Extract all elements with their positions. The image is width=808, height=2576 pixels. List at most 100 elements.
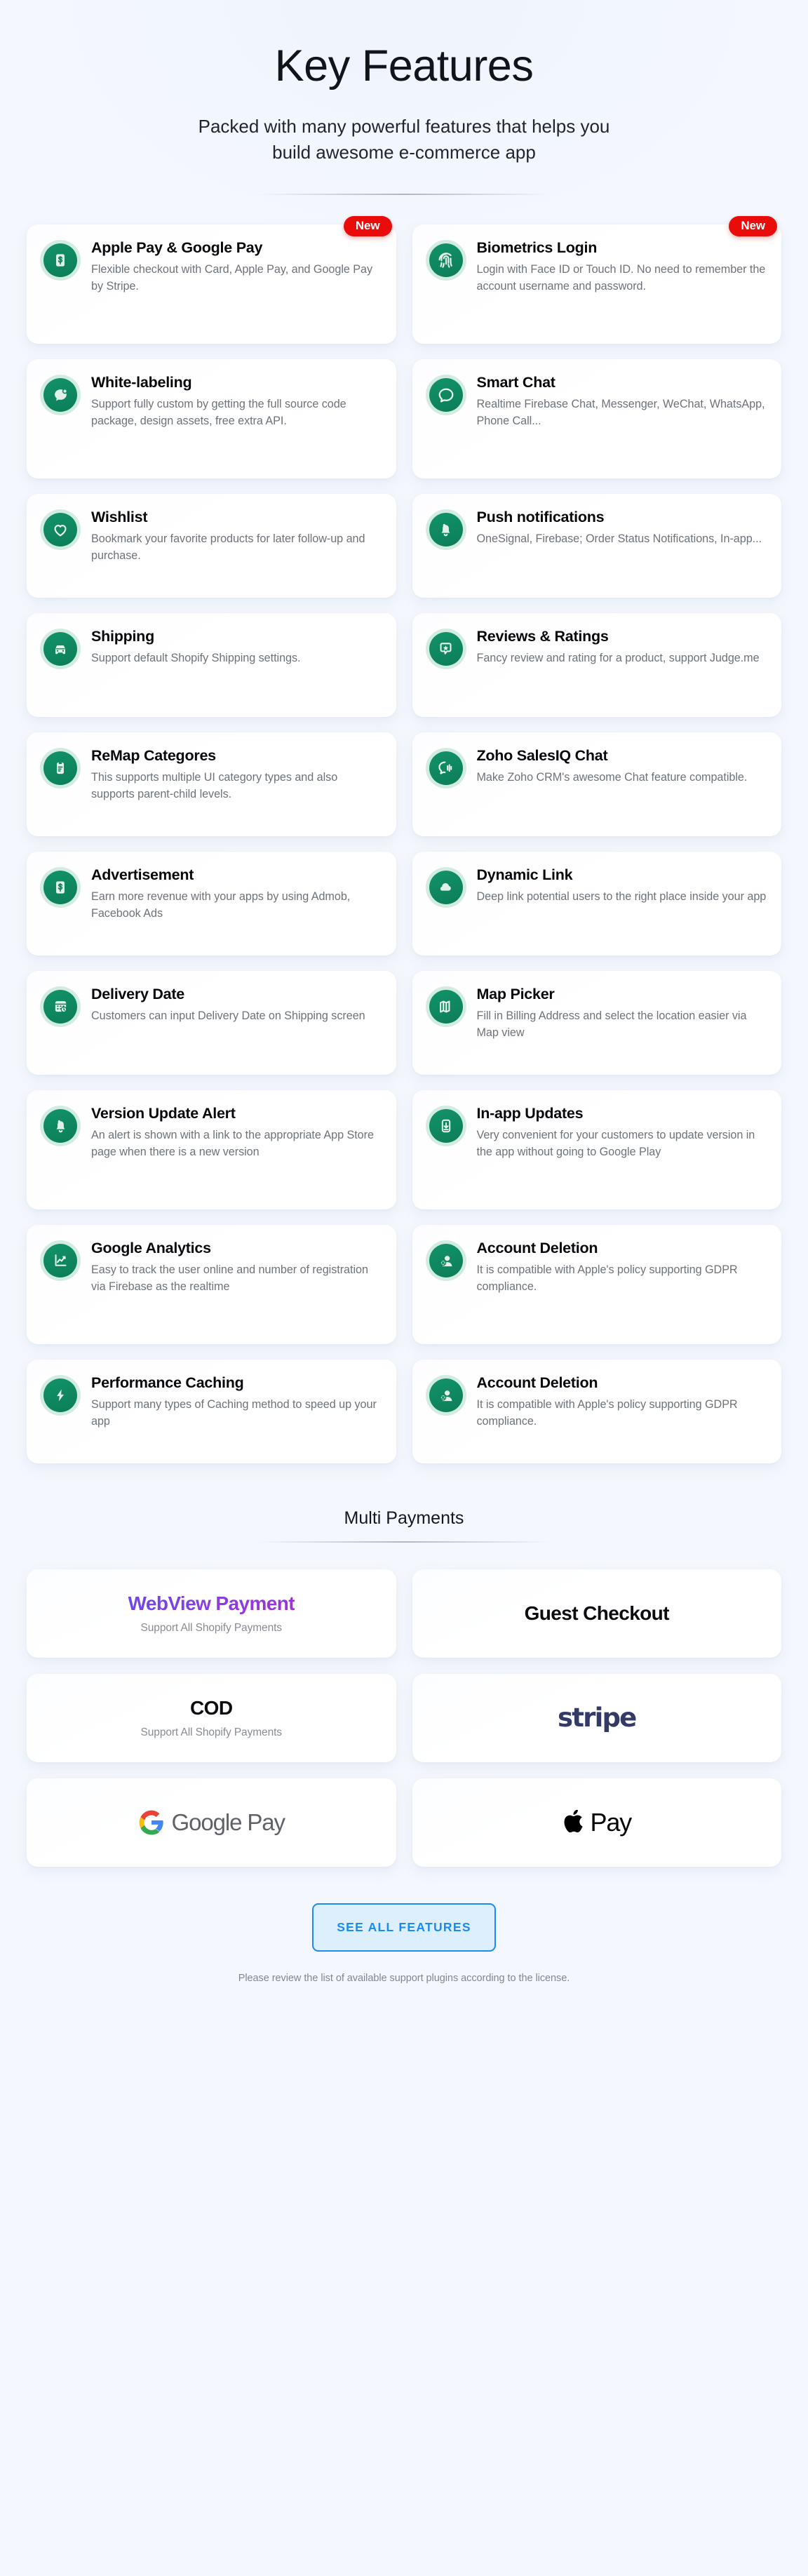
feature-card[interactable]: Dynamic Link Deep link potential users t… (412, 851, 781, 955)
feature-card[interactable]: Push notifications OneSignal, Firebase; … (412, 493, 781, 598)
feature-card-body: Zoho SalesIQ Chat Make Zoho CRM's awesom… (477, 746, 769, 786)
feature-card-body: Reviews & Ratings Fancy review and ratin… (477, 627, 769, 667)
star-bubble-icon (425, 628, 466, 669)
feature-title: Version Update Alert (91, 1104, 236, 1122)
download-phone-icon (425, 1105, 466, 1146)
features-grid: New Apple Pay & Google Pay Flexible chec… (0, 215, 808, 1463)
feature-title: Google Analytics (91, 1239, 211, 1256)
apple-pay-logo: Pay (563, 1807, 633, 1837)
google-pay-logo: Google Pay (138, 1809, 285, 1836)
feature-card[interactable]: White-labeling Support fully custom by g… (27, 358, 396, 478)
chat-bubble-icon (425, 374, 466, 415)
feature-card[interactable]: Version Update Alert An alert is shown w… (27, 1089, 396, 1209)
bell-icon (40, 1105, 81, 1146)
feature-card[interactable]: Wishlist Bookmark your favorite products… (27, 493, 396, 598)
feature-card[interactable]: Smart Chat Realtime Firebase Chat, Messe… (412, 358, 781, 478)
page-subtitle-line-1: Packed with many powerful features that … (198, 116, 610, 137)
feature-card-body: Advertisement Earn more revenue with you… (91, 866, 384, 923)
feature-title: ReMap Categores (91, 746, 216, 764)
feature-title: Smart Chat (476, 373, 556, 391)
feature-description: Support fully custom by getting the full… (91, 398, 346, 428)
multi-payments-divider (257, 1541, 551, 1543)
feature-card[interactable]: Shipping Support default Shopify Shippin… (27, 612, 396, 717)
google-pay-label: Google Pay (171, 1809, 286, 1835)
feature-title: Apple Pay & Google Pay (91, 239, 263, 256)
payment-card[interactable]: WebView Payment Support All Shopify Payme… (27, 1569, 396, 1658)
feature-card[interactable]: In-app Updates Very convenient for your … (412, 1089, 781, 1209)
page-subtitle: Packed with many powerful features that … (0, 114, 808, 166)
feature-description: Flexible checkout with Card, Apple Pay, … (91, 263, 373, 293)
feature-card[interactable]: New Biometrics Login Login with Face ID … (412, 215, 781, 344)
payment-card[interactable]: Guest Checkout (412, 1569, 781, 1658)
payment-card-subtitle: Support All Shopify Payments (140, 1726, 283, 1738)
bell-icon (425, 509, 466, 550)
feature-card-body: Performance Caching Support many types o… (91, 1374, 384, 1430)
payment-card[interactable]: Pay (412, 1778, 781, 1867)
payment-card[interactable]: COD Support All Shopify Payments (27, 1673, 396, 1762)
feature-title: In-app Updates (476, 1104, 584, 1122)
payment-logo-label: COD (190, 1696, 233, 1719)
payment-logo-label: Guest Checkout (524, 1602, 670, 1624)
feature-description: Easy to track the user online and number… (91, 1263, 368, 1294)
feature-title: Delivery Date (91, 985, 184, 1002)
feature-title: Performance Caching (91, 1374, 244, 1391)
apple-logo-icon (564, 1809, 583, 1832)
feature-description: It is compatible with Apple's policy sup… (476, 1398, 738, 1428)
page-title: Key Features (274, 41, 534, 90)
feature-title: Shipping (91, 627, 154, 645)
new-badge: New (343, 215, 392, 236)
lightning-icon (40, 1374, 81, 1416)
see-all-features-button[interactable]: SEE ALL FEATURES (312, 1903, 496, 1952)
feature-card-body: Apple Pay & Google Pay Flexible checkout… (91, 239, 384, 295)
line-chart-icon (40, 1240, 81, 1281)
new-badge: New (729, 215, 777, 236)
feature-title: Advertisement (91, 866, 194, 883)
feature-card[interactable]: Account Deletion It is compatible with A… (412, 1359, 781, 1463)
feature-card[interactable]: Google Analytics Easy to track the user … (27, 1224, 396, 1344)
feature-title: Zoho SalesIQ Chat (476, 746, 608, 764)
feature-description: Make Zoho CRM's awesome Chat feature com… (476, 771, 748, 784)
payment-card[interactable]: stripe (412, 1673, 781, 1762)
feature-description: Deep link potential users to the right p… (476, 890, 767, 904)
feature-title: Push notifications (476, 508, 605, 525)
dollar-card-icon (40, 239, 81, 281)
feature-card-body: Push notifications OneSignal, Firebase; … (477, 508, 769, 548)
feature-title: Account Deletion (476, 1374, 598, 1391)
chat-bubble-dot-icon (40, 374, 81, 415)
feature-description: Fill in Billing Address and select the l… (476, 1009, 747, 1040)
apple-pay-label: Pay (590, 1807, 633, 1837)
footer-section: SEE ALL FEATURES Please review the list … (0, 1903, 808, 2008)
feature-description: Support many types of Caching method to … (91, 1398, 377, 1428)
feature-card[interactable]: Reviews & Ratings Fancy review and ratin… (412, 612, 781, 717)
feature-description: Customers can input Delivery Date on Shi… (91, 1009, 365, 1023)
feature-card-body: Wishlist Bookmark your favorite products… (91, 508, 384, 565)
feature-description: This supports multiple UI category types… (91, 771, 338, 801)
feature-card[interactable]: Map Picker Fill in Billing Address and s… (412, 970, 781, 1075)
page-subtitle-line-2: build awesome e-commerce app (272, 141, 536, 163)
fingerprint-icon (425, 239, 466, 281)
feature-card[interactable]: Zoho SalesIQ Chat Make Zoho CRM's awesom… (412, 732, 781, 836)
feature-card[interactable]: Advertisement Earn more revenue with you… (27, 851, 396, 955)
dollar-card-icon (40, 866, 81, 908)
feature-description: Support default Shopify Shipping setting… (91, 652, 301, 665)
feature-title: Reviews & Ratings (476, 627, 609, 645)
user-delete-icon (425, 1240, 466, 1281)
feature-description: OneSignal, Firebase; Order Status Notifi… (476, 532, 762, 546)
payment-card[interactable]: Google Pay (27, 1778, 396, 1867)
feature-description: Realtime Firebase Chat, Messenger, WeCha… (476, 398, 765, 428)
feature-card-body: Shipping Support default Shopify Shippin… (91, 627, 384, 667)
feature-card[interactable]: Performance Caching Support many types o… (27, 1359, 396, 1463)
user-delete-icon (425, 1374, 466, 1416)
feature-card[interactable]: ReMap Categores This supports multiple U… (27, 732, 396, 836)
feature-card[interactable]: Account Deletion It is compatible with A… (412, 1224, 781, 1344)
footer-note: Please review the list of available supp… (238, 1972, 570, 1984)
chat-waveform-icon (425, 747, 466, 789)
hero-divider (257, 193, 551, 195)
feature-card[interactable]: New Apple Pay & Google Pay Flexible chec… (27, 215, 396, 344)
payment-logo-label: WebView Payment (128, 1592, 295, 1614)
feature-card[interactable]: Delivery Date Customers can input Delive… (27, 970, 396, 1075)
feature-card-body: Map Picker Fill in Billing Address and s… (477, 985, 769, 1042)
feature-description: Earn more revenue with your apps by usin… (91, 890, 351, 920)
feature-description: Bookmark your favorite products for late… (91, 532, 365, 563)
feature-card-body: ReMap Categores This supports multiple U… (91, 746, 384, 803)
